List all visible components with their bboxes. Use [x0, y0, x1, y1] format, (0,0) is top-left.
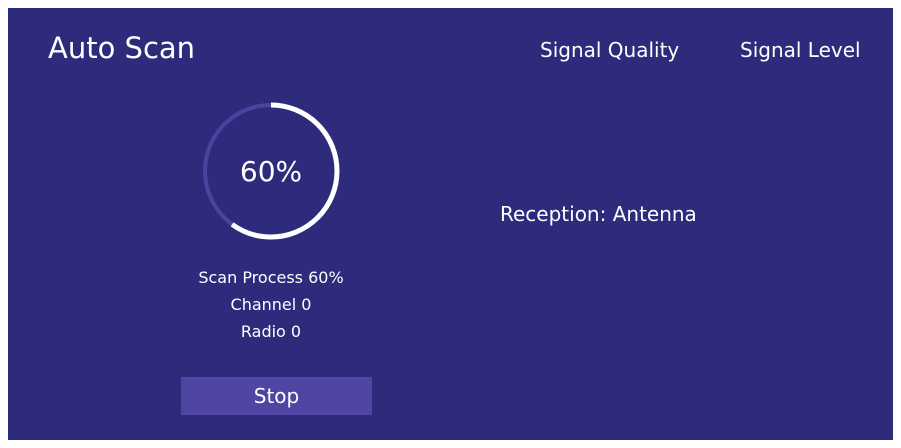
scan-info: Scan Process 60% Channel 0 Radio 0: [160, 264, 382, 345]
signal-quality-label: Signal Quality: [540, 38, 680, 62]
auto-scan-screen: Auto Scan Signal Quality Signal Level 60…: [8, 8, 893, 440]
channel-count-text: Channel 0: [230, 295, 312, 314]
page-title: Auto Scan: [48, 31, 196, 65]
scan-process-text: Scan Process 60%: [198, 268, 344, 287]
progress-percent-text: 60%: [239, 154, 303, 188]
radio-count-text: Radio 0: [240, 322, 302, 341]
signal-level-label: Signal Level: [740, 38, 861, 62]
stop-button[interactable]: Stop: [181, 377, 372, 415]
reception-text: Reception: Antenna: [500, 202, 697, 226]
scan-progress-ring: 60%: [200, 100, 342, 242]
